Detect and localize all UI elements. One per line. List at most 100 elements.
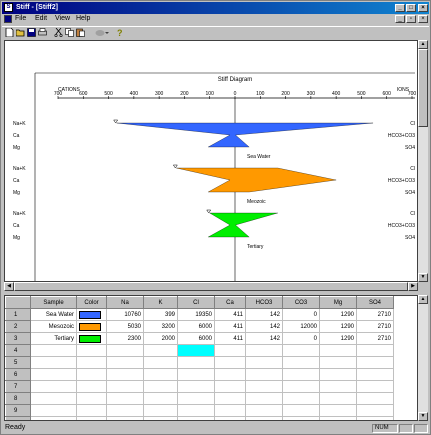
plot-vertical-scrollbar[interactable]: ▲ ▼ [418, 40, 428, 282]
grid-row-header[interactable]: 5 [5, 356, 31, 369]
grid-cell-k[interactable] [143, 404, 178, 417]
grid-cell-mg[interactable]: 1290 [319, 332, 357, 345]
help-icon[interactable]: ? [115, 28, 124, 37]
grid-column-header[interactable]: HCO3 [245, 296, 283, 309]
grid-cell-ca[interactable]: 411 [214, 332, 246, 345]
horizontal-scroll-thumb[interactable] [14, 282, 408, 291]
grid-cell-sample[interactable] [30, 368, 77, 381]
new-file-icon[interactable] [5, 28, 14, 37]
grid-cell-color[interactable] [76, 344, 107, 357]
grid-cell-sample[interactable]: Mesozoic [30, 320, 77, 333]
grid-cell-sample[interactable] [30, 356, 77, 369]
grid-cell-k[interactable]: 2000 [143, 332, 178, 345]
grid-row-header[interactable]: 8 [5, 392, 31, 405]
grid-row-header[interactable]: 1 [5, 308, 31, 321]
grid-cell-color[interactable] [76, 320, 107, 333]
grid-cell-na[interactable]: 2300 [106, 332, 144, 345]
grid-cell-co3[interactable] [282, 416, 320, 420]
grid-row[interactable]: 3 Tertiary 2300 2000 6000 411 142 0 1290 2710 [5, 332, 394, 345]
grid-cell-mg[interactable] [319, 392, 357, 405]
grid-cell-sample[interactable] [30, 416, 77, 420]
grid-cell-sample[interactable] [30, 392, 77, 405]
cut-icon[interactable] [54, 28, 63, 37]
grid-cell-hco3[interactable] [245, 416, 283, 420]
grid-cell-co3[interactable] [282, 392, 320, 405]
grid-cell-mg[interactable]: 1290 [319, 320, 357, 333]
grid-cell-k[interactable] [143, 356, 178, 369]
grid-cell-co3[interactable]: 12000 [282, 320, 320, 333]
grid-cell-so4[interactable] [356, 392, 394, 405]
grid-cell-mg[interactable] [319, 416, 357, 420]
grid-row[interactable]: 2 Mesozoic 5030 3200 6000 411 142 12000 1290 2710 [5, 320, 394, 333]
grid-cell-co3[interactable]: 0 [282, 308, 320, 321]
grid-cell-k[interactable] [143, 416, 178, 420]
grid-row[interactable]: 7 [5, 380, 394, 393]
paste-icon[interactable] [76, 28, 85, 37]
grid-cell-so4[interactable] [356, 404, 394, 417]
grid-cell-k[interactable]: 399 [143, 308, 178, 321]
color-swatch[interactable] [79, 322, 101, 331]
grid-column-header[interactable]: Na [106, 296, 144, 309]
grid-cell-co3[interactable]: 0 [282, 332, 320, 345]
grid-cell-cl[interactable]: 6000 [177, 320, 215, 333]
grid-column-header[interactable]: Cl [177, 296, 215, 309]
print-icon[interactable] [38, 28, 47, 37]
grid-cell-so4[interactable]: 2710 [356, 332, 394, 345]
grid-cell-ca[interactable] [214, 404, 246, 417]
grid-cell-color[interactable] [76, 380, 107, 393]
grid-row-header[interactable]: 2 [5, 320, 31, 333]
grid-cell-na[interactable] [106, 416, 144, 420]
grid-column-header[interactable]: CO3 [282, 296, 320, 309]
grid-cell-hco3[interactable]: 142 [245, 332, 283, 345]
mdi-close-button[interactable]: × [418, 15, 428, 23]
grid-cell-hco3[interactable] [245, 368, 283, 381]
grid-cell-na[interactable] [106, 404, 144, 417]
grid-row-header[interactable]: 10 [5, 416, 31, 420]
grid-row-header[interactable]: 3 [5, 332, 31, 345]
grid-row-header[interactable]: 6 [5, 368, 31, 381]
grid-cell-so4[interactable] [356, 356, 394, 369]
scroll-down-button[interactable]: ▼ [418, 273, 428, 282]
plot-horizontal-scrollbar[interactable]: ◀ ▶ [4, 282, 418, 291]
grid-cell-so4[interactable] [356, 416, 394, 420]
menu-edit[interactable]: Edit [35, 15, 47, 22]
grid-cell-ca[interactable] [214, 380, 246, 393]
grid-column-header[interactable]: Ca [214, 296, 246, 309]
grid-cell-co3[interactable] [282, 368, 320, 381]
grid-cell-so4[interactable] [356, 380, 394, 393]
grid-cell-na[interactable] [106, 392, 144, 405]
grid-column-header[interactable] [5, 296, 31, 309]
grid-cell-mg[interactable]: 1290 [319, 308, 357, 321]
app-icon[interactable]: S [4, 3, 13, 12]
vertical-scroll-thumb[interactable] [418, 49, 428, 127]
grid-cell-hco3[interactable] [245, 392, 283, 405]
grid-cell-sample[interactable]: Tertiary [30, 332, 77, 345]
grid-cell-k[interactable] [143, 392, 178, 405]
minimize-button[interactable]: _ [395, 4, 405, 12]
data-grid[interactable]: Sample Color Na K Cl Ca HCO3 CO3 Mg SO4 1 Sea Wate… [5, 296, 394, 420]
grid-cell-na[interactable] [106, 368, 144, 381]
grid-cell-mg[interactable] [319, 368, 357, 381]
doc-icon[interactable] [4, 15, 12, 23]
grid-cell-hco3[interactable] [245, 356, 283, 369]
grid-cell-k[interactable] [143, 368, 178, 381]
color-swatch[interactable] [79, 310, 101, 319]
grid-cell-color[interactable] [76, 356, 107, 369]
grid-cell-cl[interactable] [177, 416, 215, 420]
grid-cell-hco3[interactable] [245, 380, 283, 393]
grid-cell-color[interactable] [76, 416, 107, 420]
grid-cell-cl[interactable]: 19350 [177, 308, 215, 321]
data-grid-pane[interactable]: Sample Color Na K Cl Ca HCO3 CO3 Mg SO4 1 Sea Wate… [4, 295, 418, 421]
grid-cell-color[interactable] [76, 308, 107, 321]
grid-cell-mg[interactable] [319, 344, 357, 357]
grid-cell-color[interactable] [76, 368, 107, 381]
color-swatch[interactable] [79, 334, 101, 343]
chart-icon[interactable] [95, 28, 109, 37]
menu-file[interactable]: File [15, 15, 26, 22]
grid-cell-color[interactable] [76, 392, 107, 405]
grid-row[interactable]: 10 [5, 416, 394, 420]
grid-row[interactable]: 4 [5, 344, 394, 357]
grid-cell-so4[interactable] [356, 344, 394, 357]
grid-cell-cl[interactable] [177, 380, 215, 393]
grid-cell-co3[interactable] [282, 380, 320, 393]
